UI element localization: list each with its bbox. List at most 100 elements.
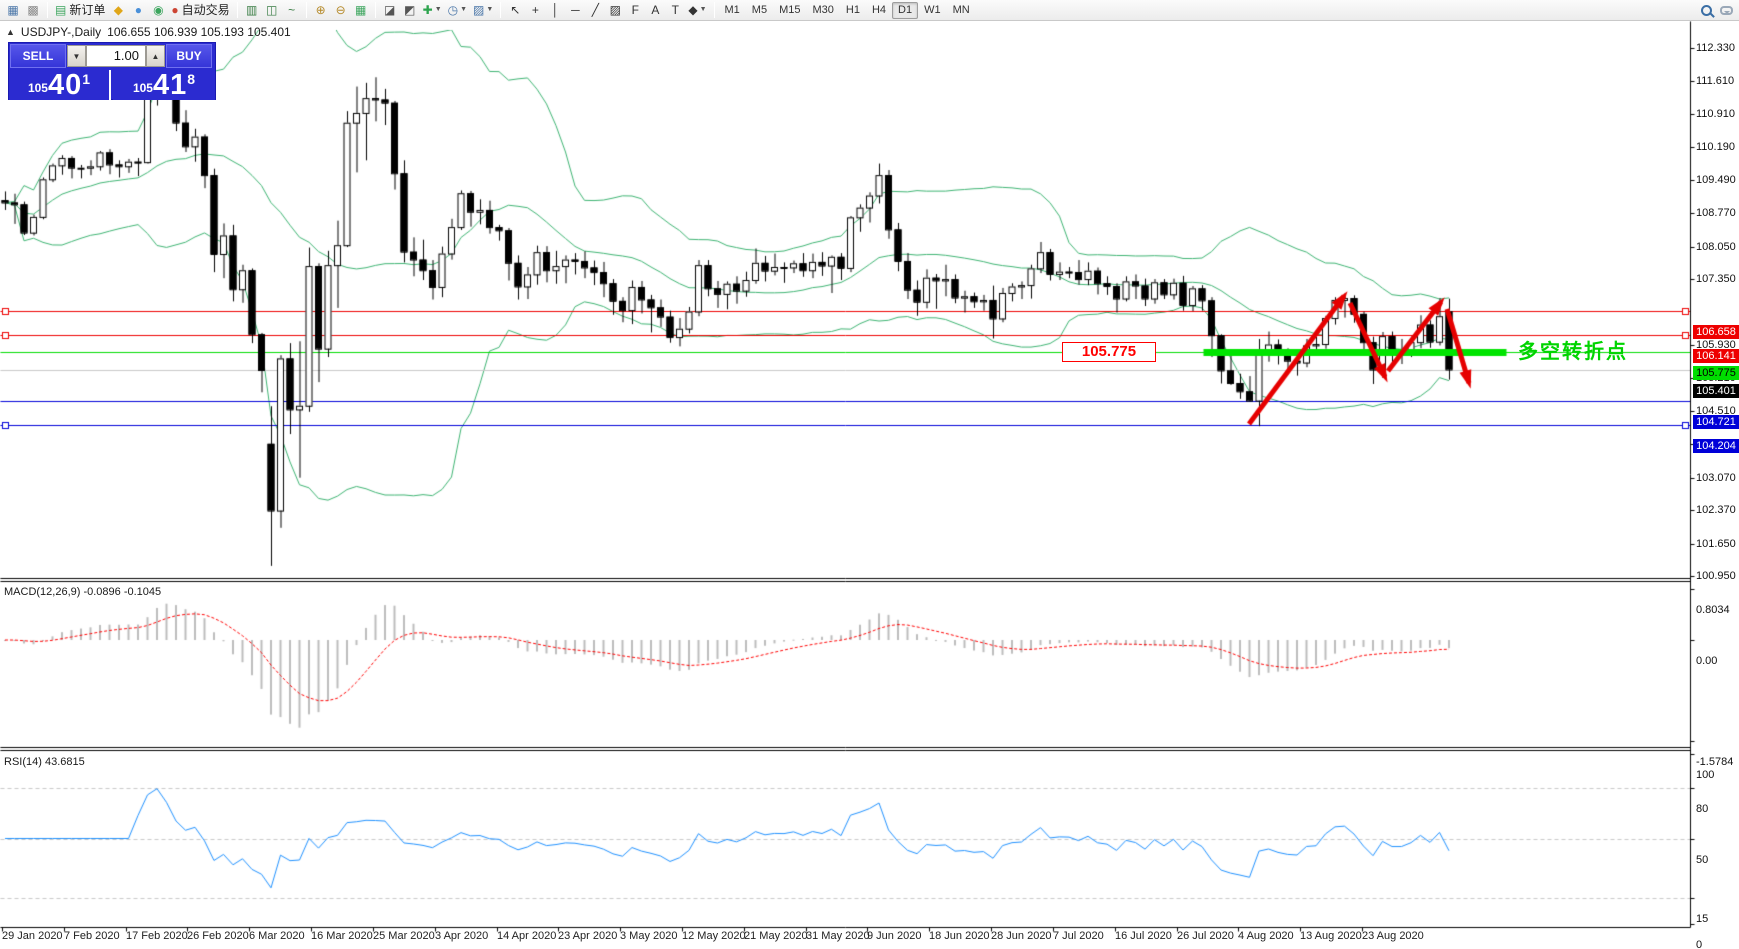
objects-window-icon: ◩ bbox=[403, 3, 416, 17]
toolbar-separator bbox=[713, 2, 715, 18]
objects-window-icon[interactable]: ◩ bbox=[400, 1, 420, 19]
trendline-icon[interactable]: ╱ bbox=[585, 1, 605, 19]
ohlc-values: 106.655 106.939 105.193 105.401 bbox=[107, 25, 291, 39]
date-label: 23 Aug 2020 bbox=[1362, 930, 1424, 942]
date-label: 3 Apr 2020 bbox=[435, 930, 489, 942]
macd-indicator-label: MACD(12,26,9) -0.0896 -0.1045 bbox=[4, 586, 162, 598]
date-label: 31 May 2020 bbox=[806, 930, 870, 942]
bar-chart-icon[interactable]: ▥ bbox=[242, 1, 262, 19]
main-chart-canvas[interactable] bbox=[0, 21, 1739, 949]
cursor-icon: ↖ bbox=[510, 3, 521, 17]
tile-windows-icon: ▦ bbox=[354, 3, 367, 17]
crosshair-icon[interactable]: + bbox=[525, 1, 545, 19]
timeframe-m5[interactable]: M5 bbox=[746, 2, 773, 19]
price-tick-label: 112.330 bbox=[1696, 42, 1735, 54]
date-label: 26 Jul 2020 bbox=[1177, 930, 1234, 942]
date-label: 26 Feb 2020 bbox=[187, 930, 249, 942]
rsi-tick-label: 0 bbox=[1696, 938, 1703, 949]
date-label: 14 Apr 2020 bbox=[497, 930, 557, 942]
shapes-icon: ◆ bbox=[688, 3, 698, 17]
date-label: 16 Mar 2020 bbox=[311, 930, 373, 942]
ticket-icon[interactable]: ◆ bbox=[108, 1, 128, 19]
date-label: 12 May 2020 bbox=[682, 930, 746, 942]
toolbar-separator bbox=[47, 2, 48, 18]
timeframe-m15[interactable]: M15 bbox=[773, 2, 806, 19]
search-icon[interactable] bbox=[1696, 1, 1716, 19]
channel-icon: ▨ bbox=[609, 3, 621, 17]
indicator-window-icon[interactable]: ◪ bbox=[380, 1, 400, 19]
timeframe-w1[interactable]: W1 bbox=[918, 2, 947, 19]
candlestick-icon: ◫ bbox=[265, 3, 278, 17]
dropdown-caret-icon: ▼ bbox=[434, 6, 442, 13]
channel-icon[interactable]: ▨ bbox=[605, 1, 625, 19]
auto-trading-icon[interactable]: ● 自动交易 bbox=[168, 1, 232, 19]
sell-price-prefix: 105 bbox=[27, 81, 48, 95]
tile-windows-icon[interactable]: ▦ bbox=[351, 1, 371, 19]
vertical-line-icon[interactable]: │ bbox=[545, 1, 565, 19]
date-label: 25 Mar 2020 bbox=[373, 930, 435, 942]
line-chart-icon[interactable]: ~ bbox=[282, 1, 302, 19]
date-label: 13 Aug 2020 bbox=[1300, 930, 1362, 942]
price-badge-105.401: 105.401 bbox=[1693, 383, 1739, 398]
profiles-icon[interactable]: ▩ bbox=[23, 1, 43, 19]
trendline-icon: ╱ bbox=[591, 3, 599, 17]
price-callout-105775[interactable]: 105.775 bbox=[1062, 342, 1156, 362]
timeframe-m30[interactable]: M30 bbox=[806, 2, 839, 19]
price-badge-106.658: 106.658 bbox=[1693, 325, 1739, 340]
mail-icon[interactable]: ● bbox=[128, 1, 148, 19]
rsi-tick-label: 80 bbox=[1696, 802, 1709, 815]
text-icon[interactable]: A bbox=[645, 1, 665, 19]
fibonacci-icon: F bbox=[631, 3, 639, 17]
price-badge-104.721: 104.721 bbox=[1693, 415, 1739, 430]
period-icon[interactable]: ◷ ▼ bbox=[445, 1, 470, 19]
collapse-arrow-icon[interactable]: ▲ bbox=[6, 27, 15, 37]
template-icon[interactable]: ▨ ▼ bbox=[470, 1, 496, 19]
new-order-icon-label: 新订单 bbox=[69, 3, 106, 17]
date-label: 17 Feb 2020 bbox=[126, 930, 188, 942]
price-tick-label: 108.770 bbox=[1696, 207, 1736, 220]
sell-price-sup: 1 bbox=[82, 71, 91, 87]
chart-window-icon[interactable]: ▦ bbox=[3, 1, 23, 19]
volume-increase-button[interactable]: ▲ bbox=[146, 45, 165, 67]
chat-icon[interactable] bbox=[1716, 1, 1736, 19]
signal-icon[interactable]: ◉ bbox=[148, 1, 168, 19]
label-icon[interactable]: T bbox=[665, 1, 685, 19]
vertical-line-icon: │ bbox=[551, 3, 560, 17]
date-label: 21 May 2020 bbox=[744, 930, 808, 942]
new-order-icon[interactable]: ▤ 新订单 bbox=[52, 1, 108, 19]
fibonacci-icon[interactable]: F bbox=[625, 1, 645, 19]
horizontal-line-icon[interactable]: ─ bbox=[565, 1, 585, 19]
cursor-icon[interactable]: ↖ bbox=[505, 1, 525, 19]
volume-decrease-button[interactable]: ▼ bbox=[67, 45, 86, 67]
price-tick-label: 109.490 bbox=[1696, 173, 1736, 186]
timeframe-mn[interactable]: MN bbox=[947, 2, 976, 19]
zoom-out-icon[interactable]: ⊖ bbox=[331, 1, 351, 19]
candlestick-icon[interactable]: ◫ bbox=[262, 1, 282, 19]
date-label: 9 Jun 2020 bbox=[867, 930, 922, 942]
turning-point-annotation[interactable]: 多空转折点 bbox=[1518, 335, 1628, 364]
timeframe-h1[interactable]: H1 bbox=[840, 2, 866, 19]
price-tick-label: 107.350 bbox=[1696, 273, 1736, 286]
zoom-in-icon[interactable]: ⊕ bbox=[311, 1, 331, 19]
buy-price-display[interactable]: 105 41 8 bbox=[113, 70, 215, 100]
chart-window: ▲ USDJPY-,Daily 106.655 106.939 105.193 … bbox=[0, 21, 1739, 949]
buy-button[interactable]: BUY bbox=[166, 44, 212, 68]
add-indicator-icon[interactable]: ✚ ▼ bbox=[420, 1, 445, 19]
price-tick-label: 110.910 bbox=[1696, 107, 1735, 120]
timeframe-m1[interactable]: M1 bbox=[719, 2, 746, 19]
timeframe-d1[interactable]: D1 bbox=[892, 1, 919, 19]
shapes-icon[interactable]: ◆ ▼ bbox=[685, 1, 709, 19]
price-badge-104.204: 104.204 bbox=[1693, 439, 1739, 454]
timeframe-h4[interactable]: H4 bbox=[866, 2, 892, 19]
zoom-in-icon: ⊕ bbox=[315, 3, 326, 17]
auto-trading-icon-label: 自动交易 bbox=[181, 3, 230, 17]
sell-price-display[interactable]: 105 40 1 bbox=[9, 70, 111, 100]
price-tick-label: 100.950 bbox=[1696, 570, 1736, 583]
sell-button[interactable]: SELL bbox=[10, 44, 66, 68]
price-tick-label: 101.650 bbox=[1696, 537, 1736, 550]
rsi-indicator-label: RSI(14) 43.6815 bbox=[4, 756, 85, 768]
date-label: 16 Jul 2020 bbox=[1115, 930, 1172, 942]
rsi-tick-label: 15 bbox=[1696, 913, 1709, 925]
chart-title-bar[interactable]: ▲ USDJPY-,Daily 106.655 106.939 105.193 … bbox=[6, 25, 291, 39]
volume-input[interactable]: 1.00 bbox=[86, 45, 146, 67]
